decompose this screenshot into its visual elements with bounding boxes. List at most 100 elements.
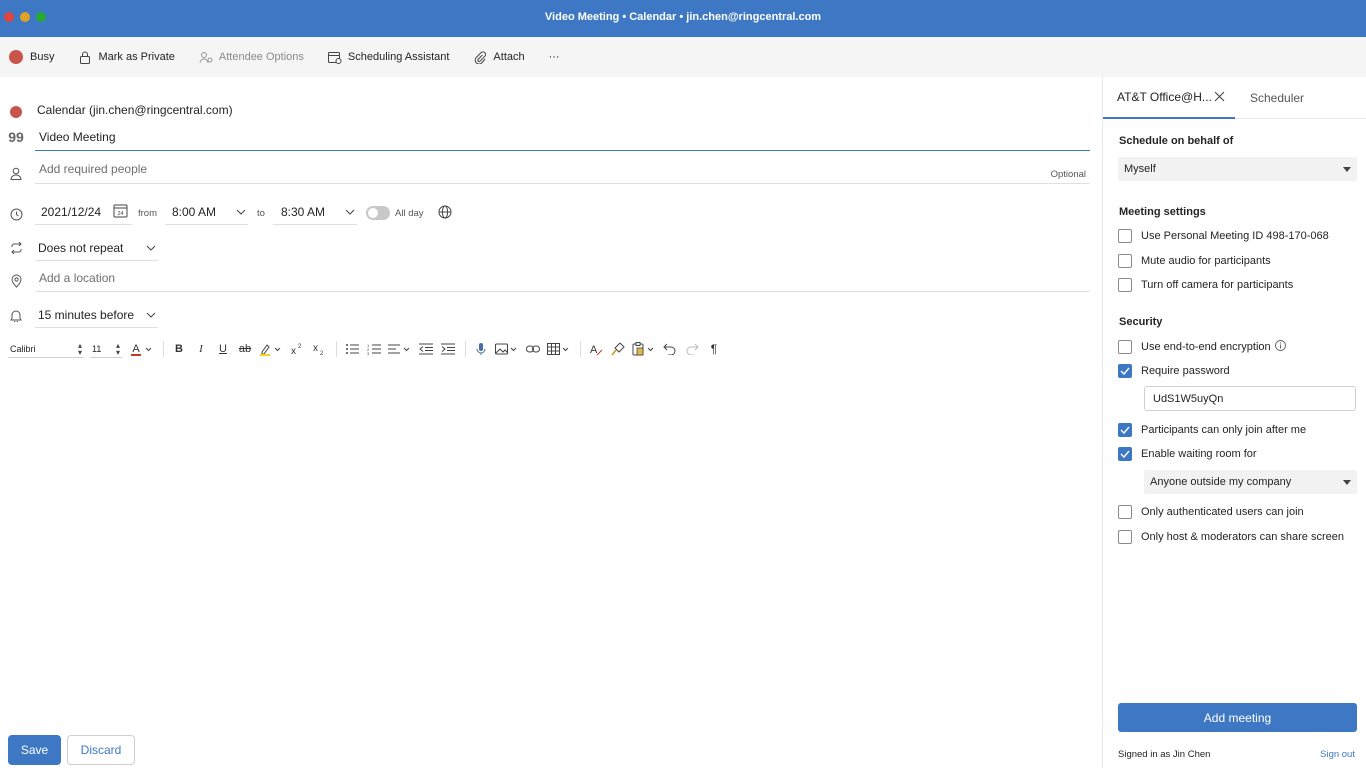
tab-att-office[interactable]: AT&T Office@H...	[1103, 77, 1235, 119]
location-pin-icon	[8, 273, 24, 289]
repeat-select[interactable]: Does not repeat	[35, 235, 158, 261]
checkbox-checked[interactable]	[1118, 364, 1132, 378]
waiting-room-select[interactable]: Anyone outside my company	[1144, 470, 1357, 494]
toolbar-divider	[336, 341, 337, 357]
date-input[interactable]: 2021/12/24 24	[35, 199, 132, 225]
increase-indent-icon[interactable]	[438, 339, 458, 359]
svg-text:x: x	[291, 346, 296, 356]
save-button[interactable]: Save	[8, 735, 61, 765]
lock-icon	[78, 50, 92, 64]
info-icon[interactable]	[1274, 340, 1286, 354]
insert-picture-button[interactable]	[493, 339, 521, 359]
chevron-down-icon	[146, 312, 156, 318]
mark-private-button[interactable]: Mark as Private	[78, 50, 175, 64]
updown-icon: ▴ ▾	[115, 341, 120, 357]
busy-label: Busy	[30, 51, 55, 63]
start-time-select[interactable]: 8:00 AM	[165, 199, 248, 225]
clear-formatting-icon[interactable]: A	[586, 339, 606, 359]
turn-off-camera-checkbox[interactable]: Turn off camera for participants	[1118, 278, 1293, 292]
tab-scheduler[interactable]: Scheduler	[1250, 77, 1304, 119]
undo-icon[interactable]	[660, 339, 680, 359]
person-icon	[8, 165, 24, 181]
attach-button[interactable]: Attach	[473, 50, 525, 64]
caret-down-icon	[1343, 480, 1351, 485]
start-time-value: 8:00 AM	[172, 204, 217, 219]
highlight-button[interactable]	[257, 339, 285, 359]
numbered-list-icon[interactable]: 123	[364, 339, 384, 359]
from-label: from	[138, 208, 157, 219]
required-people-input[interactable]: Add required people Optional	[35, 155, 1090, 184]
font-size-select[interactable]: 11 ▴ ▾	[90, 340, 122, 358]
checkbox[interactable]	[1118, 505, 1132, 519]
checkbox-checked[interactable]	[1118, 447, 1132, 461]
svg-text:x: x	[313, 343, 318, 354]
close-icon[interactable]	[1214, 91, 1225, 105]
password-input[interactable]: UdS1W5uyQn	[1144, 386, 1356, 411]
font-color-button[interactable]: A	[128, 339, 156, 359]
meeting-settings-heading: Meeting settings	[1119, 206, 1206, 218]
title-input[interactable]: Video Meeting	[35, 123, 1090, 151]
discard-button[interactable]: Discard	[67, 735, 135, 765]
link-icon[interactable]	[523, 339, 543, 359]
redo-icon[interactable]	[682, 339, 702, 359]
toolbar-divider	[580, 341, 581, 357]
all-day-toggle[interactable]	[366, 206, 390, 220]
svg-text:A: A	[132, 343, 140, 355]
optional-attendees-link[interactable]: Optional	[1051, 169, 1086, 180]
date-picker-icon[interactable]: 24	[113, 203, 128, 221]
title-value: Video Meeting	[39, 129, 116, 144]
all-day-label: All day	[395, 208, 424, 219]
align-button[interactable]	[386, 339, 414, 359]
checkbox[interactable]	[1118, 229, 1132, 243]
add-meeting-button[interactable]: Add meeting	[1118, 703, 1357, 732]
ribbon-toolbar: Busy Mark as Private Attendee Options Sc…	[0, 37, 1366, 77]
host-share-screen-checkbox[interactable]: Only host & moderators can share screen	[1118, 530, 1344, 544]
italic-button[interactable]: I	[191, 339, 211, 359]
chevron-down-icon	[236, 209, 246, 215]
checkbox[interactable]	[1118, 530, 1132, 544]
bullet-list-icon[interactable]	[342, 339, 362, 359]
font-family-select[interactable]: Calibri ▴ ▾	[8, 340, 84, 358]
e2e-encryption-checkbox[interactable]: Use end-to-end encryption	[1118, 340, 1286, 354]
busy-status-icon	[9, 50, 23, 64]
authenticated-only-checkbox[interactable]: Only authenticated users can join	[1118, 505, 1304, 519]
format-painter-icon[interactable]	[608, 339, 628, 359]
subscript-button[interactable]: x2	[309, 339, 329, 359]
scheduling-assistant-button[interactable]: Scheduling Assistant	[327, 50, 450, 64]
attendee-options-button[interactable]: Attendee Options	[199, 50, 304, 64]
scheduling-assistant-label: Scheduling Assistant	[347, 51, 450, 63]
waiting-room-checkbox[interactable]: Enable waiting room for	[1118, 447, 1257, 461]
font-size-value: 11	[92, 343, 102, 354]
strikethrough-button[interactable]: ab	[235, 339, 255, 359]
svg-text:2: 2	[320, 351, 324, 356]
location-input[interactable]: Add a location	[35, 264, 1090, 292]
authenticated-only-label: Only authenticated users can join	[1141, 506, 1304, 518]
busy-status-button[interactable]: Busy	[9, 50, 54, 64]
superscript-button[interactable]: x2	[287, 339, 307, 359]
underline-button[interactable]: U	[213, 339, 233, 359]
end-time-select[interactable]: 8:30 AM	[273, 199, 357, 225]
require-password-checkbox[interactable]: Require password	[1118, 364, 1230, 378]
personal-meeting-id-checkbox[interactable]: Use Personal Meeting ID 498-170-068	[1118, 229, 1329, 243]
time-zone-globe-icon[interactable]	[438, 205, 452, 222]
bold-button[interactable]: B	[169, 339, 189, 359]
paste-button[interactable]	[630, 339, 658, 359]
dictate-microphone-icon[interactable]	[471, 339, 491, 359]
insert-table-button[interactable]	[545, 339, 573, 359]
svg-text:3: 3	[367, 351, 370, 355]
decrease-indent-icon[interactable]	[416, 339, 436, 359]
panel-tabs: AT&T Office@H... Scheduler	[1103, 77, 1366, 119]
checkbox[interactable]	[1118, 340, 1132, 354]
join-after-me-checkbox[interactable]: Participants can only join after me	[1118, 423, 1306, 437]
turn-off-camera-label: Turn off camera for participants	[1141, 279, 1294, 291]
checkbox[interactable]	[1118, 254, 1132, 268]
checkbox-checked[interactable]	[1118, 423, 1132, 437]
calendar-selector[interactable]: Calendar (jin.chen@ringcentral.com)	[37, 103, 233, 117]
mute-audio-checkbox[interactable]: Mute audio for participants	[1118, 254, 1271, 268]
checkbox[interactable]	[1118, 278, 1132, 292]
show-formatting-marks-icon[interactable]: ¶	[704, 339, 724, 359]
behalf-select[interactable]: Myself	[1118, 157, 1357, 181]
sign-out-link[interactable]: Sign out	[1320, 749, 1355, 760]
more-options-button[interactable]: ···	[549, 51, 560, 63]
reminder-select[interactable]: 15 minutes before	[35, 302, 158, 328]
